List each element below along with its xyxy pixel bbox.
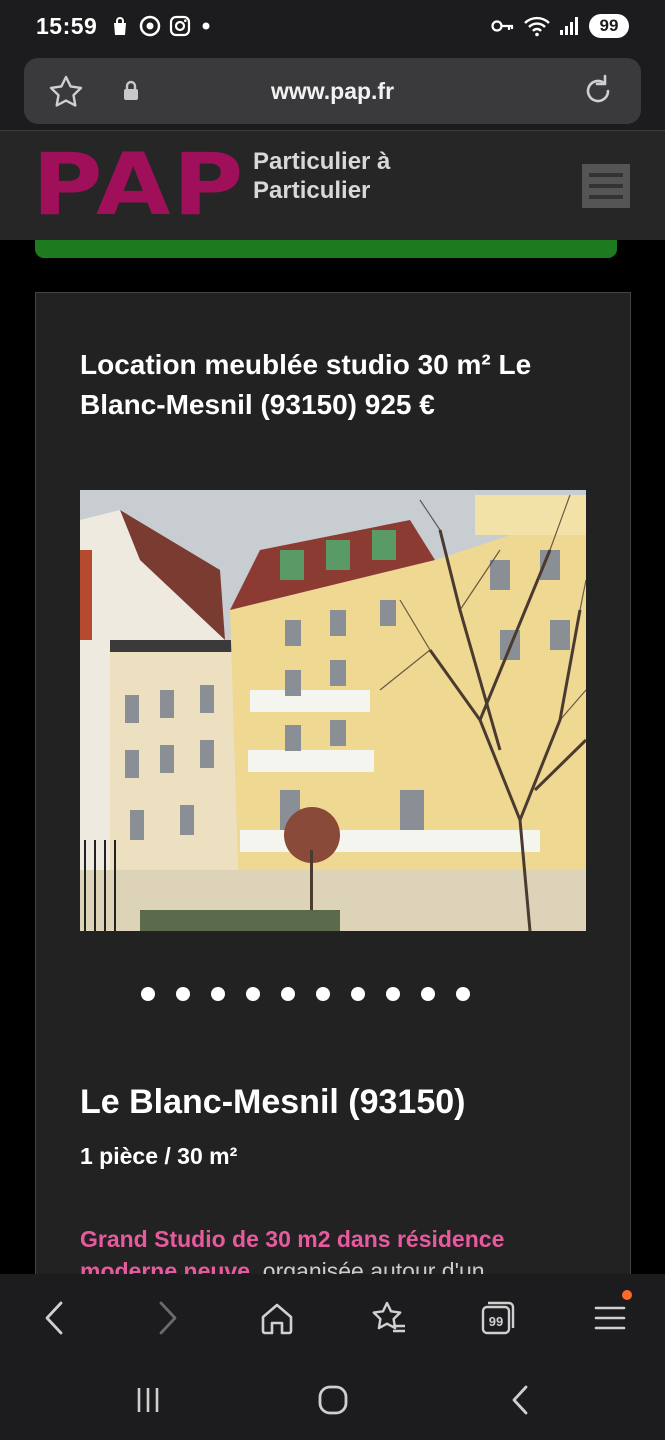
- chrome-icon: [140, 15, 161, 37]
- back-button[interactable]: [32, 1296, 76, 1340]
- status-time: 15:59: [36, 12, 98, 39]
- system-navigation-bar: [0, 1360, 665, 1440]
- tab-count: 99: [489, 1314, 503, 1329]
- tabs-icon: 99: [481, 1301, 515, 1335]
- forward-button[interactable]: [146, 1296, 190, 1340]
- instagram-icon: [170, 15, 191, 37]
- menu-bar: [589, 195, 623, 199]
- carousel-dot[interactable]: [280, 987, 295, 1001]
- notification-dot: [622, 1290, 632, 1300]
- browser-menu-button[interactable]: [588, 1290, 632, 1340]
- browser-toolbar: 99: [0, 1274, 665, 1360]
- home-icon: [261, 1303, 293, 1335]
- system-back-button[interactable]: [500, 1380, 540, 1420]
- hamburger-menu-icon[interactable]: [582, 164, 630, 208]
- carousel-dot[interactable]: [455, 987, 470, 1001]
- battery-indicator: 99: [589, 14, 629, 38]
- bookmarks-star-list-icon: [372, 1301, 405, 1333]
- reload-icon[interactable]: [581, 73, 615, 109]
- tagline-line-2: Particulier: [253, 177, 371, 204]
- listing-photo[interactable]: [80, 490, 586, 931]
- system-home-button[interactable]: [313, 1380, 353, 1420]
- site-tagline: Particulier à Particulier: [253, 147, 390, 205]
- url-text: www.pap.fr: [270, 77, 395, 104]
- menu-bar: [589, 184, 623, 188]
- recent-apps-icon: [137, 1388, 159, 1412]
- chevron-left-icon: [45, 1301, 63, 1335]
- tagline-line-1: Particulier à: [253, 148, 391, 175]
- signal-icon: [560, 17, 578, 35]
- listing-title: Location meublée studio 30 m² Le Blanc-M…: [80, 349, 532, 420]
- carousel-dot[interactable]: [420, 987, 435, 1001]
- pap-logo[interactable]: PAP: [32, 137, 246, 233]
- chevron-right-icon: [159, 1301, 177, 1335]
- carousel-dot[interactable]: [315, 987, 330, 1001]
- carousel-dot[interactable]: [385, 987, 400, 1001]
- status-bar: 15:59 99: [0, 0, 665, 52]
- key-icon: [491, 20, 514, 32]
- carousel-dot[interactable]: [210, 987, 225, 1001]
- listing-card: Location meublée studio 30 m² Le Blanc-M…: [35, 292, 631, 1284]
- menu-bar: [589, 173, 623, 177]
- wifi-icon: [524, 16, 550, 37]
- dot-icon: [202, 22, 210, 30]
- building-photo-image: [80, 490, 586, 931]
- carousel-dot[interactable]: [350, 987, 365, 1001]
- carousel-dot[interactable]: [175, 987, 190, 1001]
- browser-address-area: www.pap.fr: [0, 52, 665, 130]
- recent-apps-button[interactable]: [128, 1380, 168, 1420]
- green-banner[interactable]: [35, 240, 617, 258]
- listing-location: Le Blanc-Mesnil (93150): [80, 1083, 466, 1121]
- status-notification-icons: [109, 15, 213, 37]
- home-button[interactable]: [255, 1296, 299, 1340]
- carousel-dot[interactable]: [245, 987, 260, 1001]
- photo-carousel-dots: [36, 987, 630, 1001]
- home-circle-icon: [318, 1385, 348, 1415]
- status-system-icons: 99: [491, 14, 629, 38]
- shopping-bag-icon: [114, 17, 127, 35]
- carousel-dot[interactable]: [140, 987, 155, 1001]
- address-bar[interactable]: www.pap.fr: [24, 58, 641, 124]
- tabs-button[interactable]: 99: [476, 1296, 520, 1340]
- bookmarks-button[interactable]: [366, 1296, 410, 1340]
- listing-specs: 1 pièce / 30 m²: [80, 1143, 238, 1169]
- back-arrow-icon: [512, 1385, 528, 1415]
- site-header: PAP Particulier à Particulier: [0, 130, 665, 240]
- menu-icon: [594, 1306, 626, 1330]
